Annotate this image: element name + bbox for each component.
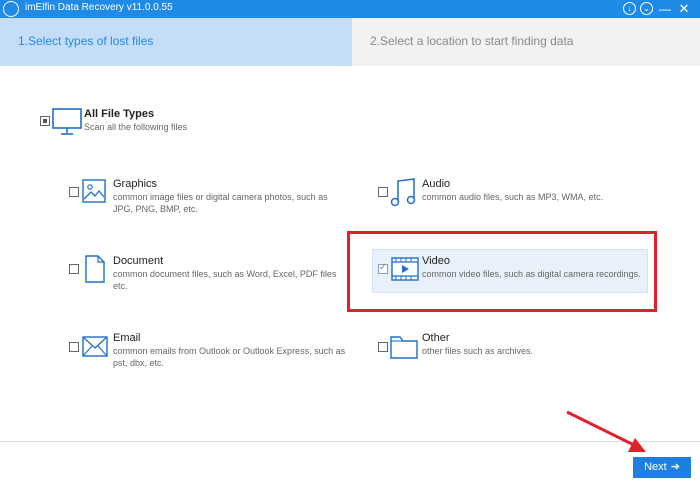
graphics-title: Graphics [113, 178, 158, 190]
menu-icon[interactable]: ⌄ [640, 2, 653, 15]
app-logo-icon [3, 1, 19, 17]
next-button-label: Next [644, 461, 667, 473]
email-title: Email [113, 332, 141, 344]
minimize-button[interactable]: — [657, 1, 673, 17]
graphics-checkbox[interactable] [69, 187, 79, 197]
all-file-types-desc: Scan all the following files [84, 122, 188, 132]
audio-checkbox[interactable] [378, 187, 388, 197]
step-2-tab: 2.Select a location to start finding dat… [352, 18, 700, 66]
next-button[interactable]: Next ➔ [633, 457, 691, 478]
graphics-desc: common image files or digital camera pho… [113, 192, 328, 214]
step-1-label: 1.Select types of lost files [18, 34, 154, 48]
annotation-highlight-box [347, 231, 657, 312]
email-desc: common emails from Outlook or Outlook Ex… [113, 346, 346, 368]
envelope-icon [82, 336, 108, 357]
email-checkbox[interactable] [69, 342, 79, 352]
document-icon [85, 255, 105, 283]
download-icon[interactable]: ↓ [623, 2, 636, 15]
window-title: imElfin Data Recovery v11.0.0.55 [25, 2, 173, 13]
other-checkbox[interactable] [378, 342, 388, 352]
step-1-tab: 1.Select types of lost files [0, 18, 352, 66]
all-file-types-checkbox[interactable] [40, 116, 50, 126]
document-title: Document [113, 255, 164, 267]
arrow-right-icon: ➔ [670, 461, 680, 473]
document-checkbox[interactable] [69, 264, 79, 274]
title-bar: imElfin Data Recovery v11.0.0.55 ↓ ⌄ — ✕ [0, 0, 700, 18]
all-file-types-title: All File Types [84, 108, 155, 120]
image-icon [82, 179, 106, 203]
monitor-icon [52, 108, 82, 135]
other-title: Other [422, 332, 450, 344]
step-header: 1.Select types of lost files 2.Select a … [0, 18, 700, 66]
footer-divider [0, 441, 700, 442]
close-button[interactable]: ✕ [676, 1, 692, 17]
other-desc: other files such as archives. [422, 346, 534, 356]
music-note-icon [390, 178, 416, 207]
audio-desc: common audio files, such as MP3, WMA, et… [422, 192, 604, 202]
audio-title: Audio [422, 178, 451, 190]
document-desc: common document files, such as Word, Exc… [113, 269, 337, 291]
step-2-label: 2.Select a location to start finding dat… [370, 34, 574, 48]
folder-icon [390, 336, 418, 359]
